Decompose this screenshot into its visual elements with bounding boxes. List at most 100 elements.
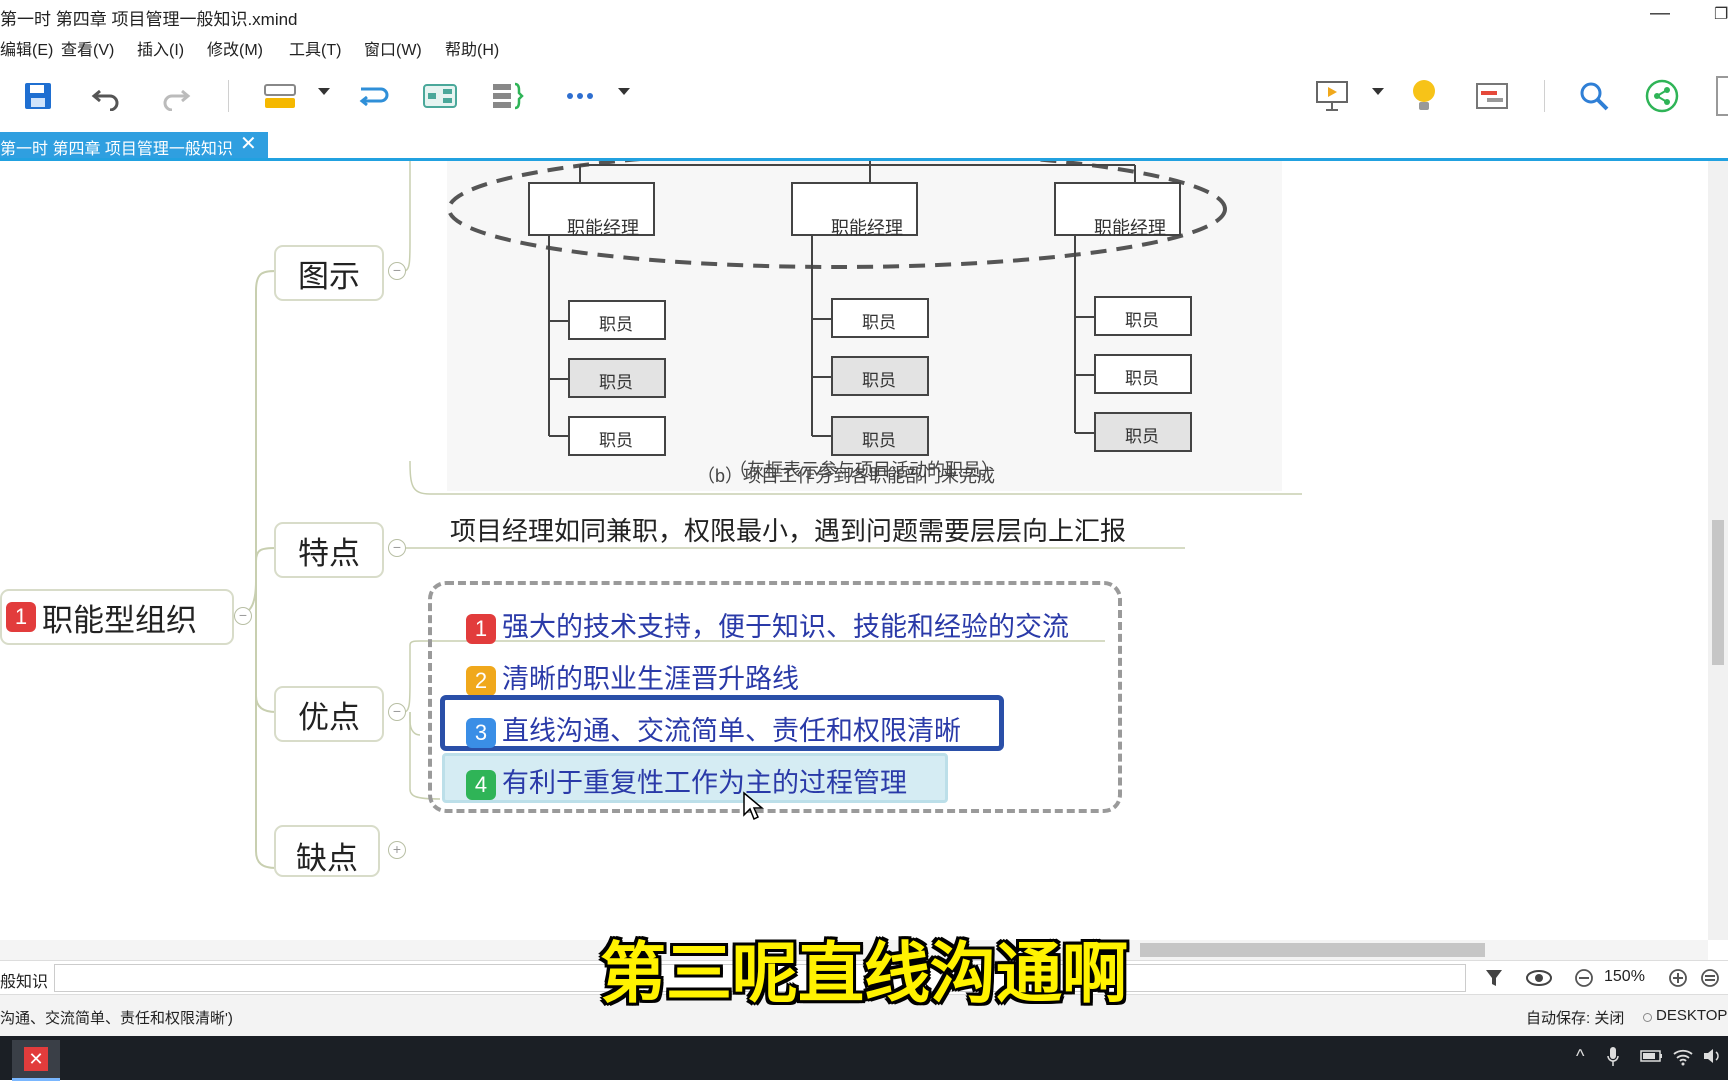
branch-features[interactable]: 特点 [274, 522, 384, 578]
presentation-dropdown-icon[interactable] [1372, 88, 1384, 95]
collapse-features-icon[interactable]: − [388, 539, 406, 557]
wifi-icon[interactable] [1672, 1046, 1694, 1066]
staff-box-label: 职员 [1125, 369, 1159, 388]
priority-1-icon: 1 [6, 602, 36, 632]
menu-help[interactable]: 帮助(H) [445, 36, 499, 60]
topic-style-dropdown-icon[interactable] [318, 88, 330, 95]
menu-modify[interactable]: 修改(M) [207, 36, 263, 60]
taskbar: ✕ ^ [0, 1036, 1728, 1081]
gantt-icon[interactable] [1472, 76, 1512, 116]
minimize-button[interactable]: — [1650, 2, 1670, 25]
tab-bar: 第一时 第四章 项目管理一般知识 ✕ [0, 132, 1728, 161]
branch-diagram-label: 图示 [298, 258, 360, 294]
staff-box-label: 职员 [1125, 311, 1159, 330]
outline-label: 般知识 [0, 974, 49, 991]
sidebar-toggle-icon[interactable] [1716, 76, 1728, 116]
filter-icon[interactable] [1484, 968, 1504, 988]
more-icon[interactable] [560, 76, 600, 116]
structure-icon[interactable] [420, 76, 460, 116]
zoom-in-icon[interactable] [1668, 968, 1688, 988]
volume-icon[interactable] [1702, 1046, 1724, 1066]
staff-box-label: 职员 [862, 371, 896, 390]
collapse-advantages-icon[interactable]: − [388, 703, 406, 721]
staff-box-label: 职员 [599, 431, 633, 450]
video-subtitle: 第三呢直线沟通啊 [600, 936, 1128, 1010]
root-topic[interactable]: 1 职能型组织 [0, 589, 234, 645]
mouse-pointer-icon [743, 791, 764, 821]
collapse-diagram-icon[interactable]: − [388, 262, 406, 280]
toolbar-separator [1544, 80, 1545, 112]
org-chart-caption: （b）项目工作分到各职能部门来完成 [697, 466, 996, 486]
topic-style-icon[interactable] [260, 76, 300, 116]
close-icon[interactable]: ✕ [240, 131, 257, 156]
menu-tools[interactable]: 工具(T) [289, 36, 341, 60]
expand-disadvantages-icon[interactable]: + [388, 841, 406, 859]
eye-icon[interactable] [1526, 968, 1552, 988]
features-text[interactable]: 项目经理如同兼职，权限最小，遇到问题需要层层向上汇报 [450, 511, 1126, 548]
advantage-text: 有利于重复性工作为主的过程管理 [502, 768, 907, 798]
manager-box-label: 职能经理 [1094, 218, 1166, 238]
priority-2-icon: 2 [466, 665, 496, 696]
toolbar [0, 60, 1728, 132]
root-topic-label: 职能型组织 [42, 602, 197, 638]
advantage-text: 直线沟通、交流简单、责任和权限清晰 [502, 716, 961, 746]
battery-icon[interactable] [1640, 1048, 1664, 1064]
branch-diagram[interactable]: 图示 [274, 245, 384, 301]
menu-insert[interactable]: 插入(I) [137, 36, 184, 60]
tab-document[interactable]: 第一时 第四章 项目管理一般知识 ✕ [0, 132, 268, 158]
tab-label: 第一时 第四章 项目管理一般知识 [0, 141, 233, 158]
undo-icon[interactable] [86, 76, 126, 116]
advantage-item-1[interactable]: 1 强大的技术支持，便于知识、技能和经验的交流 [466, 605, 1069, 644]
more-dropdown-icon[interactable] [618, 88, 630, 95]
manager-box-label: 职能经理 [567, 218, 639, 238]
staff-box-label: 职员 [599, 373, 633, 392]
window-title: 第一时 第四章 项目管理一般知识.xmind [0, 10, 298, 29]
advantage-item-4[interactable]: 4 有利于重复性工作为主的过程管理 [466, 761, 907, 800]
restore-button[interactable]: ❐ [1714, 4, 1728, 24]
tray-chevron-icon[interactable]: ^ [1576, 1046, 1584, 1067]
horizontal-scroll-thumb[interactable] [1140, 943, 1485, 957]
save-icon[interactable] [18, 76, 58, 116]
branch-advantages[interactable]: 优点 [274, 686, 384, 742]
staff-box-label: 职员 [862, 431, 896, 450]
org-chart-image: 职能经理 职能经理 职能经理 职员 职员 职员 职员 职员 职员 职员 职员 职… [447, 161, 1282, 491]
mindmap-canvas[interactable]: 职能经理 职能经理 职能经理 职员 职员 职员 职员 职员 职员 职员 职员 职… [0, 161, 1708, 940]
zoom-out-icon[interactable] [1574, 968, 1594, 988]
share-icon[interactable] [1642, 76, 1682, 116]
vertical-scroll-thumb[interactable] [1712, 520, 1724, 665]
collapse-root-icon[interactable]: − [234, 607, 252, 625]
branch-disadvantages-label: 缺点 [296, 841, 358, 876]
summary-icon[interactable] [488, 76, 528, 116]
autosave-status[interactable]: 自动保存: 关闭 [1526, 1007, 1624, 1028]
advantage-item-3[interactable]: 3 直线沟通、交流简单、责任和权限清晰 [466, 709, 961, 748]
machine-name: DESKTOP [1656, 1007, 1728, 1024]
branch-features-label: 特点 [298, 535, 360, 571]
xmind-app-icon: ✕ [24, 1047, 48, 1071]
advantage-text: 强大的技术支持，便于知识、技能和经验的交流 [502, 612, 1069, 642]
redo-icon[interactable] [156, 76, 196, 116]
menu-bar: 编辑(E) 查看(V) 插入(I) 修改(M) 工具(T) 窗口(W) 帮助(H… [0, 30, 1728, 60]
advantage-item-2[interactable]: 2 清晰的职业生涯晋升路线 [466, 657, 799, 696]
search-icon[interactable] [1574, 76, 1614, 116]
advantage-text: 清晰的职业生涯晋升路线 [502, 664, 799, 694]
menu-window[interactable]: 窗口(W) [364, 36, 422, 60]
menu-view[interactable]: 查看(V) [61, 36, 114, 60]
idea-icon[interactable] [1404, 76, 1444, 116]
staff-box-label: 职员 [599, 315, 633, 334]
branch-disadvantages[interactable]: 缺点 [274, 825, 380, 877]
presentation-icon[interactable] [1312, 76, 1352, 116]
staff-box-label: 职员 [862, 313, 896, 332]
title-bar: 第一时 第四章 项目管理一般知识.xmind — ❐ [0, 0, 1728, 30]
xmind-taskbar-button[interactable]: ✕ [12, 1040, 60, 1081]
fit-map-icon[interactable] [1700, 968, 1720, 988]
status-text: 沟通、交流简单、责任和权限清晰') [0, 1010, 233, 1027]
manager-box-label: 职能经理 [831, 218, 903, 238]
staff-box-label: 职员 [1125, 427, 1159, 446]
microphone-icon[interactable] [1606, 1046, 1620, 1068]
menu-edit[interactable]: 编辑(E) [0, 36, 53, 60]
toolbar-separator [228, 80, 229, 112]
relationship-icon[interactable] [352, 76, 392, 116]
branch-advantages-label: 优点 [298, 699, 360, 735]
zoom-level[interactable]: 150% [1604, 968, 1645, 986]
priority-3-icon: 3 [466, 717, 496, 748]
